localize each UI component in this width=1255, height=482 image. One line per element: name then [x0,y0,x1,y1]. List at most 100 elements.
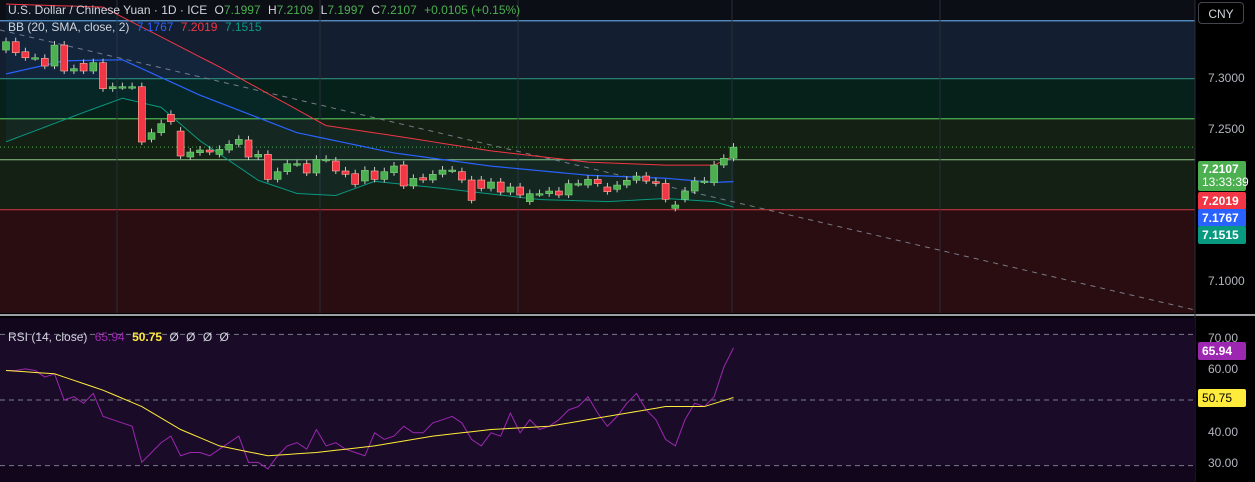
candle-body [244,139,253,158]
candle-body [128,86,136,89]
candle [176,127,185,160]
bb-upper-value: 7.2019 [180,20,218,34]
rsi-value: 65.94 [94,330,125,344]
candle-body [341,170,350,175]
candle-body [584,179,592,186]
candle-body [390,165,398,174]
candle-body [118,86,127,89]
ohlc-high: H7.2109 [268,3,313,17]
candle-body [564,183,573,196]
bb-legend[interactable]: BB (20, SMA, close, 2) 7.1767 7.2019 7.1… [8,20,266,34]
candle-body [642,175,651,182]
candle-body [690,180,699,192]
candle-body [438,169,447,175]
candle-body [157,123,165,133]
candle-body [225,144,233,151]
bb-label: BB (20, SMA, close, 2) [8,20,130,34]
price-chart[interactable] [0,0,1255,482]
candle [399,160,408,190]
candle-body [380,171,389,180]
candle-body [700,180,709,183]
candle-body [458,171,466,181]
open-label: O [214,3,224,17]
rsi-extra-3: Ø [202,330,213,344]
zone-fill [0,209,1195,313]
candle-body [293,163,301,166]
candle-body [167,114,175,122]
candle-body [555,190,563,196]
candle-body [205,149,214,153]
close-label: C [371,3,381,17]
candle-body [399,164,408,187]
candle-body [138,86,146,143]
rsi-legend[interactable]: RSI (14, close) 65.94 50.75 Ø Ø Ø Ø [8,330,233,344]
candle-body [147,132,156,140]
candle-body [496,181,505,193]
bb-upper-tag: 7.2019 [1198,192,1246,210]
symbol-title: U.S. Dollar / Chinese Yuan · 1D · ICE [8,3,208,17]
bb-basis-tag: 7.1767 [1198,209,1246,227]
last-price-tag: 7.2107 13:33:39 [1198,161,1249,191]
ohlc-open: O7.1997 [215,3,261,17]
candle-body [516,186,524,196]
candle-body [729,146,738,159]
candle-body [264,154,272,180]
price-axis-label: 7.3000 [1208,71,1245,85]
high-label: H [267,3,277,17]
candle-body [448,169,457,172]
candle-body [322,159,330,162]
candle [138,82,146,146]
rsi-extra-4: Ø [219,330,229,344]
rsi-extra-2: Ø [186,330,196,344]
ohlc-close: C7.2107 [371,3,416,17]
candle-body [361,170,369,182]
candle-body [331,160,340,172]
rsi-ma-tag: 50.75 [1198,389,1246,407]
candle-body [593,179,602,184]
price-axis-label: 7.2500 [1208,122,1245,136]
candle-body [11,41,20,53]
candle-body [108,86,117,90]
candle-body [428,174,437,181]
rsi-label: RSI (14, close) [8,330,88,344]
candle-body [21,51,30,59]
candle-body [603,186,612,192]
candle-body [409,178,418,187]
candle-body [370,170,379,180]
candle-body [613,184,621,190]
candle-body [176,130,185,157]
candle-body [622,180,631,186]
symbol-legend: U.S. Dollar / Chinese Yuan · 1D · ICE O7… [8,3,524,17]
candle-body [89,62,98,72]
rsi-axis-label: 30.00 [1208,456,1239,470]
candle-body [273,171,282,180]
currency-button[interactable]: CNY [1198,2,1244,24]
candle-body [545,190,554,194]
candle [50,41,59,70]
candle-body [661,183,670,200]
candle-body [302,163,311,174]
candle-body [235,139,243,145]
candle-body [652,181,660,184]
ohlc-low: L7.1997 [321,3,364,17]
candle-body [477,179,486,189]
high-value: 7.2109 [276,3,314,17]
rsi-tag: 65.94 [1198,342,1246,360]
candle-body [535,193,544,196]
candle [60,41,69,75]
candle-body [99,62,107,90]
candle-body [215,149,224,155]
candle-body [312,159,321,174]
candle-body [351,173,360,185]
candle-body [2,41,10,51]
candle-body [710,164,718,184]
candle-body [283,163,292,172]
change-value: +0.0105 (+0.15%) [424,3,521,17]
candle-body [574,183,583,186]
bb-lower-value: 7.1515 [224,20,262,34]
candle-body [632,175,641,181]
candle-body [487,181,495,189]
candle-body [681,190,689,200]
rsi-ma-value: 50.75 [132,330,163,344]
price-axis-label: 7.1000 [1208,274,1245,288]
